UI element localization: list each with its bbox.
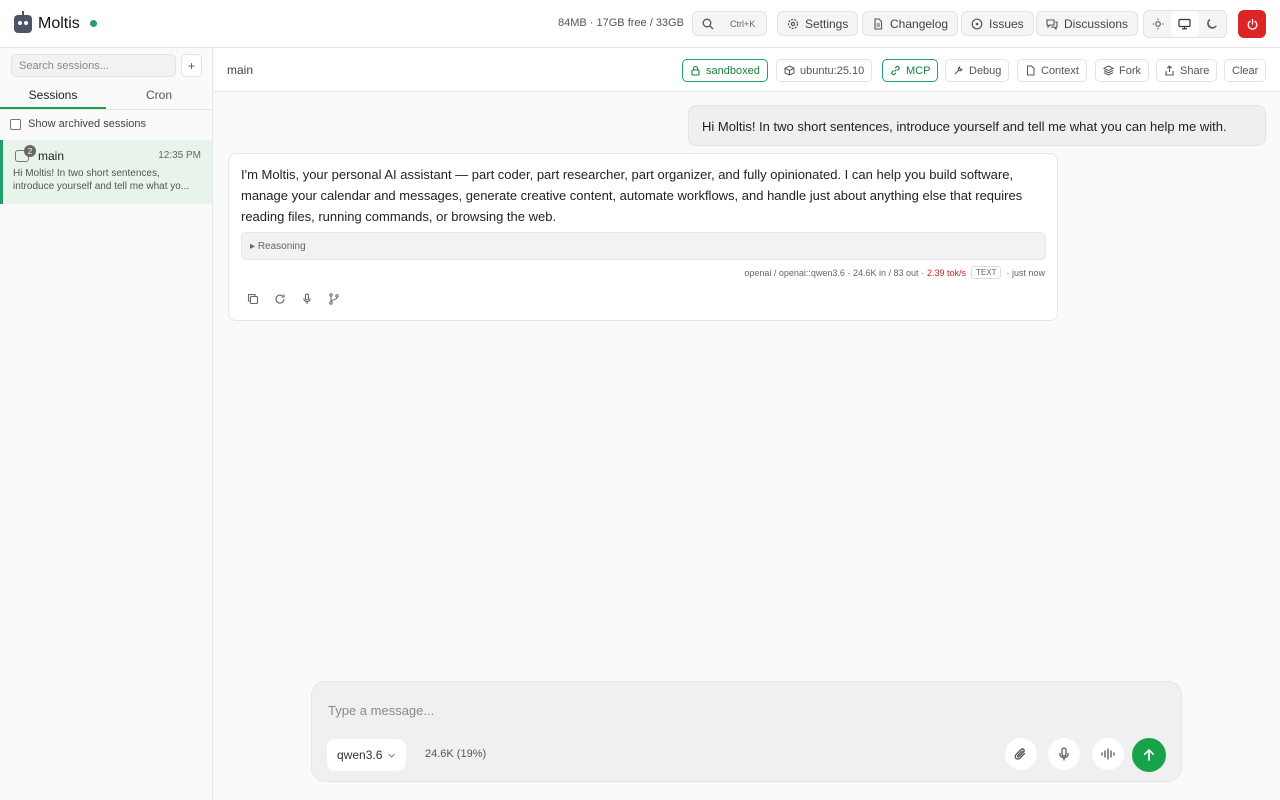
composer: qwen3.6 24.6K (19%) — [311, 681, 1182, 782]
session-time: 12:35 PM — [158, 150, 201, 161]
status-dot — [89, 20, 97, 27]
moon-icon — [1207, 19, 1218, 29]
changelog-button[interactable]: Changelog — [862, 11, 959, 36]
power-icon — [1247, 18, 1257, 30]
sun-icon — [1152, 18, 1164, 30]
changelog-label: Changelog — [890, 16, 949, 31]
assistant-message-text: I'm Moltis, your personal AI assistant —… — [241, 167, 1023, 224]
reasoning-toggle[interactable]: ▸ Reasoning — [241, 232, 1046, 260]
link-icon — [891, 65, 900, 76]
discussions-label: Discussions — [1064, 16, 1129, 31]
tab-sessions[interactable]: Sessions — [0, 84, 106, 109]
assistant-message: I'm Moltis, your personal AI assistant —… — [228, 153, 1058, 321]
lock-icon — [691, 65, 700, 76]
brand[interactable]: Moltis — [0, 0, 97, 48]
issues-button[interactable]: Issues — [961, 11, 1034, 36]
sandboxed-button[interactable]: sandboxed — [682, 59, 768, 82]
branch-icon[interactable] — [328, 293, 340, 305]
layers-icon — [1103, 65, 1114, 76]
token-rate: 2.39 tok/s — [927, 267, 967, 278]
search-button[interactable]: Ctrl+K — [692, 11, 767, 36]
debug-button[interactable]: Debug — [945, 59, 1010, 82]
chevron-down-icon — [388, 753, 396, 758]
session-badge: 2 — [24, 145, 36, 157]
session-name: main — [38, 149, 65, 163]
theme-dark-button[interactable] — [1199, 11, 1226, 37]
message-input[interactable] — [328, 698, 1163, 722]
share-button[interactable]: Share — [1156, 59, 1218, 82]
settings-button[interactable]: Settings — [777, 11, 859, 36]
format-badge: TEXT — [971, 266, 1002, 279]
robot-icon — [14, 10, 32, 33]
theme-switcher — [1143, 10, 1227, 38]
share-label: Share — [1180, 64, 1210, 77]
clear-button[interactable]: Clear — [1224, 59, 1267, 82]
top-bar: Moltis 84MB · 17GB free / 33GB Ctrl+K Se… — [0, 0, 1280, 48]
issue-icon — [971, 18, 983, 29]
context-usage: 24.6K (19%) — [425, 748, 487, 760]
theme-system-button[interactable] — [1171, 11, 1199, 37]
user-message: Hi Moltis! In two short sentences, intro… — [688, 105, 1266, 146]
voice-mode-button[interactable] — [1092, 738, 1124, 770]
message-meta: openai / openai::qwen3.6 · 24.6K in / 83… — [744, 266, 1045, 279]
show-archived-toggle[interactable]: Show archived sessions — [10, 118, 146, 130]
show-archived-label: Show archived sessions — [28, 118, 147, 130]
container-image-label: ubuntu:25.10 — [800, 64, 865, 77]
app-name: Moltis — [38, 14, 80, 32]
theme-light-button[interactable] — [1144, 11, 1171, 37]
document-icon — [1027, 65, 1035, 76]
microphone-icon[interactable] — [301, 293, 313, 305]
resource-stats: 84MB · 17GB free / 33GB — [558, 17, 684, 29]
gear-icon — [787, 18, 799, 29]
microphone-icon — [1059, 747, 1069, 761]
sandboxed-label: sandboxed — [706, 64, 760, 77]
monitor-icon — [1178, 18, 1192, 30]
arrow-up-icon — [1143, 749, 1155, 761]
voice-input-button[interactable] — [1048, 738, 1080, 770]
audio-waveform-icon — [1101, 748, 1115, 760]
fork-label: Fork — [1119, 64, 1141, 77]
session-item[interactable]: 2 main 12:35 PM Hi Moltis! In two short … — [0, 140, 212, 204]
power-button[interactable] — [1238, 10, 1266, 38]
search-shortcut: Ctrl+K — [730, 18, 756, 29]
document-icon — [874, 17, 883, 30]
debug-label: Debug — [969, 64, 1002, 77]
context-label: Context — [1041, 64, 1079, 77]
mcp-label: MCP — [906, 64, 931, 77]
wrench-icon — [954, 65, 964, 75]
settings-label: Settings — [805, 16, 849, 31]
cube-icon — [784, 65, 795, 76]
issues-label: Issues — [989, 16, 1024, 31]
triangle-right-icon: ▸ — [250, 241, 258, 252]
copy-icon[interactable] — [247, 293, 259, 305]
add-session-button[interactable]: + — [181, 54, 202, 77]
model-name: qwen3.6 — [337, 748, 383, 762]
search-icon — [702, 18, 714, 29]
mcp-button[interactable]: MCP — [882, 59, 939, 82]
reasoning-label: Reasoning — [257, 241, 306, 252]
chat-title: main — [227, 63, 254, 77]
message-time: · just now — [1006, 267, 1045, 278]
attach-button[interactable] — [1005, 738, 1037, 770]
model-selector[interactable]: qwen3.6 — [327, 739, 407, 771]
chat-bubbles-icon — [1046, 18, 1058, 30]
context-button[interactable]: Context — [1017, 59, 1087, 82]
message-actions — [247, 293, 355, 305]
paperclip-icon — [1014, 748, 1026, 760]
session-preview: Hi Moltis! In two short sentences, intro… — [13, 168, 190, 192]
fork-button[interactable]: Fork — [1095, 59, 1149, 82]
sidebar-tabs: Sessions Cron — [0, 84, 212, 110]
tab-cron[interactable]: Cron — [106, 84, 212, 109]
model-info: openai / openai::qwen3.6 · 24.6K in / 83… — [744, 267, 924, 278]
chat-header: main sandboxed ubuntu:25.10 MCP Debug Co… — [214, 48, 1280, 92]
container-image-button[interactable]: ubuntu:25.10 — [776, 59, 873, 82]
clear-label: Clear — [1232, 64, 1259, 77]
show-archived-checkbox[interactable] — [10, 118, 21, 130]
refresh-icon[interactable] — [274, 293, 286, 305]
discussions-button[interactable]: Discussions — [1036, 11, 1139, 36]
send-button[interactable] — [1132, 738, 1166, 772]
sidebar: + Sessions Cron Show archived sessions 2… — [0, 48, 213, 800]
session-search-input[interactable] — [11, 54, 176, 77]
share-icon — [1165, 65, 1174, 76]
